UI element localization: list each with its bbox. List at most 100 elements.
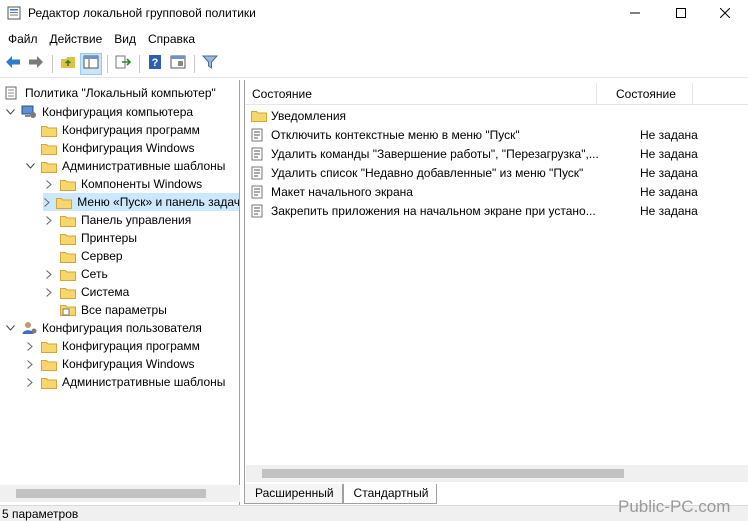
folder-icon	[41, 339, 57, 353]
toolbar-separator	[194, 54, 195, 73]
setting-icon	[251, 204, 267, 218]
folder-icon	[41, 141, 57, 155]
tree-node-label: Панель управления	[81, 213, 192, 227]
chevron-right-icon[interactable]	[43, 268, 55, 280]
maximize-button[interactable]	[658, 0, 704, 28]
chevron-down-icon[interactable]	[4, 322, 16, 334]
tree-node-label: Сервер	[81, 249, 123, 263]
tab-extended[interactable]: Расширенный	[244, 484, 343, 504]
minimize-icon	[630, 7, 640, 21]
back-button[interactable]	[2, 53, 24, 75]
tree-node[interactable]: Панель управления	[43, 211, 191, 229]
tree-horizontal-scrollbar[interactable]	[0, 485, 240, 502]
title-bar: Редактор локальной групповой политики	[0, 0, 748, 28]
chevron-right-icon[interactable]	[43, 286, 55, 298]
tree-node[interactable]: Конфигурация программ	[24, 121, 200, 139]
folder-icon	[60, 213, 76, 227]
scrollbar-thumb[interactable]	[16, 489, 206, 498]
tree-node[interactable]: Административные шаблоны	[24, 157, 225, 175]
tree-node[interactable]: Система	[43, 283, 129, 301]
menu-file[interactable]: Файл	[2, 28, 44, 50]
forward-button[interactable]	[25, 53, 47, 75]
setting-state: Не задана	[640, 146, 698, 161]
list-row[interactable]: Макет начального экрана Не задана	[245, 182, 748, 201]
folder-icon	[41, 159, 57, 173]
user-icon	[21, 321, 37, 335]
toolbar-separator	[107, 54, 108, 73]
tree-node-label: Конфигурация Windows	[62, 357, 195, 371]
tree-node[interactable]: Политика "Локальный компьютер"	[4, 84, 216, 102]
tree-node[interactable]: Конфигурация Windows	[24, 139, 195, 157]
tree-node-label: Принтеры	[81, 231, 137, 245]
list-row[interactable]: Закрепить приложения на начальном экране…	[245, 201, 748, 220]
tree-node-label: Все параметры	[81, 303, 167, 317]
view-tabs: Расширенный Стандартный	[244, 484, 438, 504]
column-header-state[interactable]: Состояние	[597, 83, 693, 105]
list-row[interactable]: Удалить список "Недавно добавленные" из …	[245, 163, 748, 182]
menu-help[interactable]: Справка	[142, 28, 201, 50]
tab-standard[interactable]: Стандартный	[342, 484, 438, 504]
tree-node-label: Политика "Локальный компьютер"	[25, 86, 216, 100]
properties-button[interactable]	[167, 53, 189, 75]
tree-node[interactable]: Конфигурация пользователя	[4, 319, 202, 337]
toolbar-separator	[52, 54, 53, 73]
list-row[interactable]: Уведомления	[245, 106, 748, 125]
tree-node-label: Административные шаблоны	[62, 159, 226, 173]
tree-node[interactable]: Меню «Пуск» и панель задач	[43, 193, 240, 211]
menu-bar: Файл Действие Вид Справка	[0, 28, 748, 50]
tree-node-label: Конфигурация пользователя	[42, 321, 202, 335]
tree-node-label: Меню «Пуск» и панель задач	[77, 195, 240, 209]
help-button[interactable]: ?	[144, 53, 166, 75]
chevron-down-icon[interactable]	[4, 106, 16, 118]
chevron-right-icon[interactable]	[43, 178, 55, 190]
setting-name: Закрепить приложения на начальном экране…	[271, 203, 596, 218]
tree-node[interactable]: Компоненты Windows	[43, 175, 202, 193]
menu-action[interactable]: Действие	[44, 28, 109, 50]
up-folder-icon	[60, 55, 76, 72]
column-header-name[interactable]: Состояние	[245, 83, 597, 105]
filter-button[interactable]	[199, 53, 221, 75]
chevron-right-icon[interactable]	[24, 358, 36, 370]
list-row[interactable]: Отключить контекстные меню в меню "Пуск"…	[245, 125, 748, 144]
chevron-down-icon[interactable]	[24, 160, 36, 172]
folder-icon	[60, 231, 76, 245]
tree-node[interactable]: Сеть	[43, 265, 108, 283]
status-text: 5 параметров	[2, 507, 79, 521]
tree-node[interactable]: Все параметры	[43, 301, 167, 319]
tree-node-label: Сеть	[81, 267, 108, 281]
tree-node[interactable]: Административные шаблоны	[24, 373, 225, 391]
folder-icon	[60, 177, 76, 191]
setting-state: Не задана	[640, 165, 698, 180]
tree-node[interactable]: Конфигурация Windows	[24, 355, 195, 373]
back-icon	[5, 55, 21, 72]
tree-node-label: Конфигурация компьютера	[42, 105, 194, 119]
minimize-button[interactable]	[612, 0, 658, 28]
tree-node-label: Конфигурация Windows	[62, 141, 195, 155]
up-folder-button[interactable]	[57, 53, 79, 75]
setting-icon	[251, 166, 267, 180]
policy-icon	[4, 86, 20, 100]
menu-view[interactable]: Вид	[108, 28, 142, 50]
tree-node[interactable]: Конфигурация компьютера	[4, 103, 193, 121]
close-button[interactable]	[702, 0, 748, 28]
show-hide-tree-icon	[83, 55, 99, 72]
chevron-right-icon[interactable]	[24, 376, 36, 388]
folder-icon	[41, 123, 57, 137]
all-settings-icon	[60, 303, 76, 317]
chevron-right-icon[interactable]	[43, 196, 51, 208]
filter-icon	[201, 55, 219, 72]
list-horizontal-scrollbar[interactable]	[246, 465, 748, 482]
tree-node[interactable]: Конфигурация программ	[24, 337, 200, 355]
chevron-right-icon[interactable]	[24, 340, 36, 352]
setting-icon	[251, 147, 267, 161]
folder-icon	[251, 109, 267, 123]
forward-icon	[28, 55, 44, 72]
show-hide-tree-button[interactable]	[80, 52, 102, 75]
tree-node[interactable]: Сервер	[43, 247, 123, 265]
chevron-right-icon[interactable]	[43, 214, 55, 226]
scrollbar-thumb[interactable]	[262, 469, 624, 478]
window-title: Редактор локальной групповой политики	[28, 6, 256, 20]
list-row[interactable]: Удалить команды "Завершение работы", "Пе…	[245, 144, 748, 163]
export-list-button[interactable]	[112, 53, 134, 75]
tree-node[interactable]: Принтеры	[43, 229, 137, 247]
